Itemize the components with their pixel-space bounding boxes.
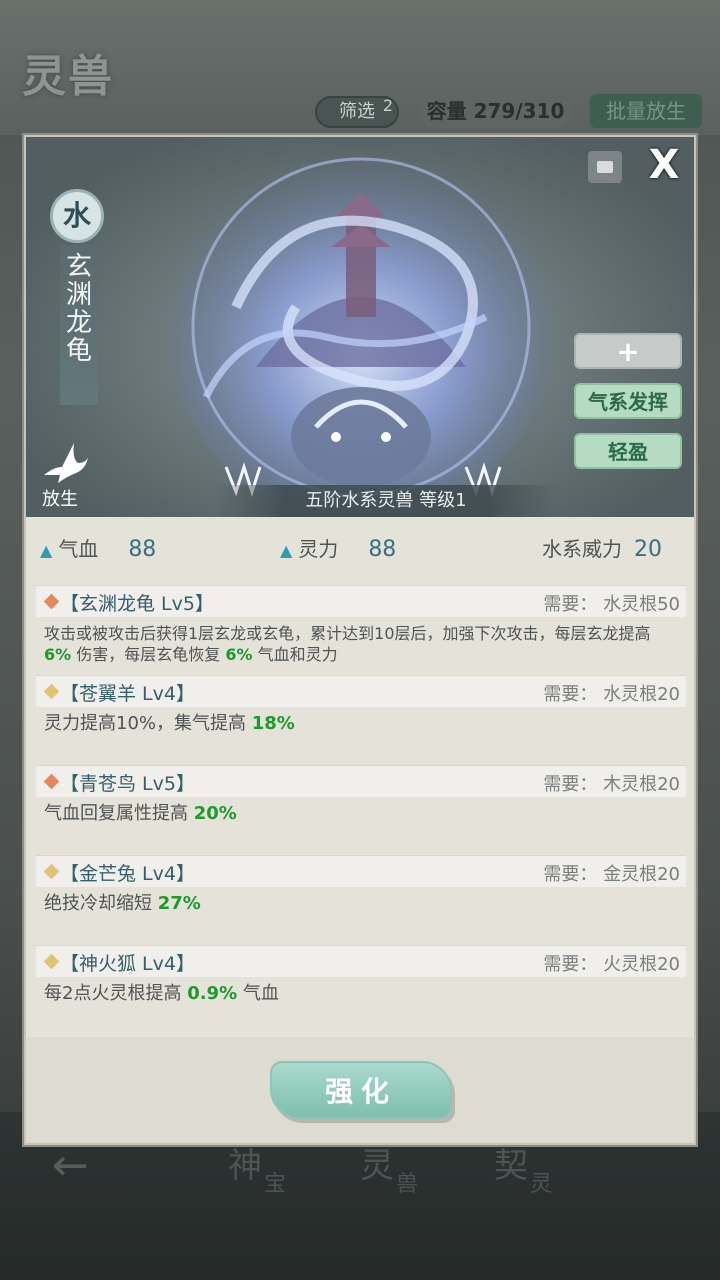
beast-name-banner: 玄 渊 龙 龟: [60, 245, 98, 405]
desc-highlight: 27%: [157, 893, 201, 914]
desc-highlight: 20%: [193, 803, 237, 824]
qi-release-button[interactable]: 气系发挥: [574, 383, 682, 419]
desc-highlight: 6%: [44, 645, 72, 664]
beast-name-char: 玄: [65, 252, 92, 282]
desc-highlight: 6%: [225, 645, 253, 664]
desc-text: 伤害，每层玄龟恢复: [71, 645, 226, 664]
add-button[interactable]: +: [574, 333, 682, 369]
beast-portrait-illustration: [171, 152, 551, 517]
skill-description: 气血回复属性提高 20%: [36, 797, 686, 824]
skill-entry: 【神火狐 Lv4】 需要： 火灵根20 每2点火灵根提高 0.9% 气血: [36, 945, 686, 1004]
nimble-button[interactable]: 轻盈: [574, 433, 682, 469]
skill-name: 【金芒兔 Lv4】: [60, 863, 195, 885]
skill-description: 每2点火灵根提高 0.9% 气血: [36, 977, 686, 1004]
enhance-area: 强化: [26, 1037, 694, 1143]
beast-name-char: 龟: [65, 336, 92, 366]
close-icon[interactable]: X: [646, 145, 682, 185]
diamond-icon: [43, 593, 60, 610]
filter-button[interactable]: 筛选 2: [315, 96, 399, 128]
page-title: 灵兽: [22, 51, 114, 102]
beast-portrait-panel: 水 玄 渊 龙 龟 放生 X + 气系发挥 轻盈 五阶水系灵兽 等级1: [26, 137, 694, 517]
filter-label: 筛选: [339, 101, 375, 122]
stat-hp-label: 气血: [58, 537, 99, 561]
desc-text: 攻击或被攻击后获得1层玄龙或玄龟，累计达到10层后，加强下次攻击，每层玄龙提高: [44, 624, 651, 643]
stats-row: ▲ 气血 88 ▲ 灵力 88 水系威力 20: [26, 529, 694, 569]
stat-spirit: ▲ 灵力 88: [280, 533, 396, 562]
nav-item-beast[interactable]: 灵兽: [360, 1138, 418, 1197]
skill-requirement: 需要： 木灵根20: [543, 774, 680, 795]
nav-item-treasure[interactable]: 神宝: [228, 1138, 286, 1197]
desc-text: 灵力提高10%，集气提高: [44, 713, 252, 734]
skill-name: 【苍翼羊 Lv4】: [60, 683, 195, 705]
enhance-button[interactable]: 强化: [270, 1061, 452, 1119]
up-triangle-icon: ▲: [280, 541, 293, 560]
stat-hp-value: 88: [128, 537, 157, 562]
skill-description: 绝技冷却缩短 27%: [36, 887, 686, 914]
lock-icon[interactable]: [588, 151, 622, 183]
nav-main: 灵: [360, 1146, 394, 1186]
diamond-icon: [43, 683, 60, 700]
desc-highlight: 18%: [251, 713, 295, 734]
skill-entry: 【青苍鸟 Lv5】 需要： 木灵根20 气血回复属性提高 20%: [36, 765, 686, 824]
skill-requirement: 需要： 水灵根50: [543, 594, 680, 615]
nav-sub: 兽: [396, 1172, 419, 1197]
diamond-icon: [43, 953, 60, 970]
release-button-label[interactable]: 放生: [42, 485, 78, 511]
desc-text: 气血和灵力: [252, 645, 338, 664]
stat-spirit-label: 灵力: [298, 537, 339, 561]
desc-text: 气血: [237, 983, 279, 1004]
skill-requirement: 需要： 金灵根20: [543, 864, 680, 885]
skill-requirement: 需要： 水灵根20: [543, 684, 680, 705]
desc-highlight: 0.9%: [187, 983, 238, 1004]
diamond-icon: [43, 773, 60, 790]
capacity-display: 容量 279/310: [418, 94, 573, 128]
desc-text: 绝技冷却缩短: [44, 893, 158, 914]
nav-sub: 宝: [264, 1172, 287, 1197]
skill-name: 【青苍鸟 Lv5】: [60, 773, 195, 795]
up-triangle-icon: ▲: [40, 541, 53, 560]
skill-header: 【玄渊龙龟 Lv5】 需要： 水灵根50: [36, 585, 686, 617]
skill-requirement: 需要： 火灵根20: [543, 954, 680, 975]
stat-water-power: 水系威力 20: [542, 533, 662, 562]
skill-name: 【神火狐 Lv4】: [60, 953, 195, 975]
skill-header: 【金芒兔 Lv4】 需要： 金灵根20: [36, 855, 686, 887]
stat-spirit-value: 88: [368, 537, 397, 562]
rank-level-label: 五阶水系灵兽 等级1: [216, 485, 556, 517]
skill-entry: 【苍翼羊 Lv4】 需要： 水灵根20 灵力提高10%，集气提高 18%: [36, 675, 686, 734]
stat-hp: ▲ 气血 88: [40, 533, 156, 562]
nav-sub: 灵: [530, 1172, 553, 1197]
dove-icon[interactable]: [40, 437, 90, 487]
skill-header: 【青苍鸟 Lv5】 需要： 木灵根20: [36, 765, 686, 797]
back-arrow-icon[interactable]: ←: [52, 1140, 89, 1191]
desc-text: 每2点火灵根提高: [44, 983, 188, 1004]
skill-name: 【玄渊龙龟 Lv5】: [60, 593, 214, 615]
skill-entry: 【玄渊龙龟 Lv5】 需要： 水灵根50 攻击或被攻击后获得1层玄龙或玄龟，累计…: [36, 585, 686, 665]
nav-main: 神: [228, 1146, 262, 1186]
skill-header: 【苍翼羊 Lv4】 需要： 水灵根20: [36, 675, 686, 707]
filter-count: 2: [382, 96, 393, 115]
skill-description: 攻击或被攻击后获得1层玄龙或玄龟，累计达到10层后，加强下次攻击，每层玄龙提高 …: [36, 617, 686, 665]
batch-release-button[interactable]: 批量放生: [590, 94, 702, 128]
nav-item-contract[interactable]: 契灵: [494, 1138, 552, 1197]
skill-description: 灵力提高10%，集气提高 18%: [36, 707, 686, 734]
desc-text: 气血回复属性提高: [44, 803, 194, 824]
element-water-badge: 水: [50, 189, 104, 243]
stat-power-value: 20: [634, 537, 662, 562]
beast-detail-modal: 水 玄 渊 龙 龟 放生 X + 气系发挥 轻盈 五阶水系灵兽 等级1 ▲ 气血 8…: [24, 135, 696, 1145]
nav-main: 契: [494, 1146, 528, 1186]
beast-name-char: 龙: [65, 308, 92, 338]
beast-name-char: 渊: [65, 280, 92, 310]
skill-header: 【神火狐 Lv4】 需要： 火灵根20: [36, 945, 686, 977]
skill-entry: 【金芒兔 Lv4】 需要： 金灵根20 绝技冷却缩短 27%: [36, 855, 686, 914]
diamond-icon: [43, 863, 60, 880]
stat-power-label: 水系威力: [542, 537, 622, 561]
